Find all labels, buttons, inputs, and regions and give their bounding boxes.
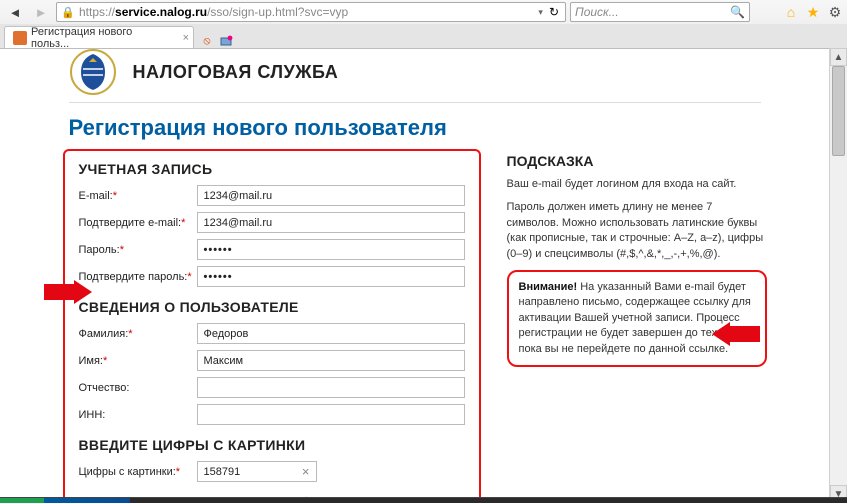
field-midname: Отчество: bbox=[79, 377, 465, 398]
section-account-title: УЧЕТНАЯ ЗАПИСЬ bbox=[79, 161, 465, 177]
captcha-label: Цифры с картинки:* bbox=[79, 466, 197, 478]
chevron-down-icon[interactable]: ▾ bbox=[538, 7, 543, 18]
divider bbox=[69, 102, 761, 103]
firstname-label: Имя:* bbox=[79, 355, 197, 367]
field-email-confirm: Подтвердите e-mail:* 1234@mail.ru bbox=[79, 212, 465, 233]
lastname-label: Фамилия:* bbox=[79, 328, 197, 340]
inn-label: ИНН: bbox=[79, 409, 197, 421]
email-confirm-label: Подтвердите e-mail:* bbox=[79, 217, 197, 229]
field-lastname: Фамилия:* Федоров bbox=[79, 323, 465, 344]
password-input[interactable]: •••••• bbox=[197, 239, 465, 260]
browser-chrome: ◄ ► 🔒 https://service.nalog.ru/sso/sign-… bbox=[0, 0, 847, 49]
captcha-input[interactable]: 158791 × bbox=[197, 461, 317, 482]
refresh-icon[interactable]: ↻ bbox=[547, 5, 561, 19]
field-email: E-mail:* 1234@mail.ru bbox=[79, 185, 465, 206]
annotation-arrow-left bbox=[44, 280, 92, 304]
gear-icon[interactable]: ⚙ bbox=[827, 4, 843, 20]
email-confirm-input[interactable]: 1234@mail.ru bbox=[197, 212, 465, 233]
nav-forward-button[interactable]: ► bbox=[30, 2, 52, 22]
password-confirm-input[interactable]: •••••• bbox=[197, 266, 465, 287]
password-label: Пароль:* bbox=[79, 244, 197, 256]
page-viewport: НАЛОГОВАЯ СЛУЖБА Регистрация нового поль… bbox=[0, 48, 829, 503]
field-captcha: Цифры с картинки:* 158791 × bbox=[79, 461, 465, 482]
site-title: НАЛОГОВАЯ СЛУЖБА bbox=[133, 62, 339, 83]
hint-title: ПОДСКАЗКА bbox=[507, 153, 767, 169]
hint-warning-label: Внимание! bbox=[519, 281, 578, 293]
email-input[interactable]: 1234@mail.ru bbox=[197, 185, 465, 206]
field-inn: ИНН: bbox=[79, 404, 465, 425]
midname-label: Отчество: bbox=[79, 382, 197, 394]
tab-title: Регистрация нового польз... bbox=[31, 26, 173, 50]
section-captcha-title: ВВЕДИТЕ ЦИФРЫ С КАРТИНКИ bbox=[79, 437, 465, 453]
scroll-up-button[interactable]: ▲ bbox=[830, 48, 847, 66]
close-icon[interactable]: × bbox=[183, 32, 189, 44]
browser-tab[interactable]: Регистрация нового польз... × bbox=[4, 26, 194, 48]
inn-input[interactable] bbox=[197, 404, 465, 425]
taskbar[interactable] bbox=[0, 497, 847, 503]
stop-icon[interactable]: ⦸ bbox=[200, 34, 214, 48]
field-firstname: Имя:* Максим bbox=[79, 350, 465, 371]
email-label: E-mail:* bbox=[79, 190, 197, 202]
favicon bbox=[13, 31, 27, 45]
hint-p2: Пароль должен иметь длину не менее 7 сим… bbox=[507, 200, 767, 262]
hint-p1: Ваш e-mail будет логином для входа на са… bbox=[507, 177, 767, 192]
home-icon[interactable]: ⌂ bbox=[783, 4, 799, 20]
lock-icon: 🔒 bbox=[61, 5, 75, 19]
site-header: НАЛОГОВАЯ СЛУЖБА bbox=[55, 48, 775, 102]
tab-strip: Регистрация нового польз... × ⦸ bbox=[0, 24, 847, 48]
nav-back-button[interactable]: ◄ bbox=[4, 2, 26, 22]
lastname-input[interactable]: Федоров bbox=[197, 323, 465, 344]
annotation-arrow-right bbox=[712, 322, 760, 346]
firstname-input[interactable]: Максим bbox=[197, 350, 465, 371]
password-confirm-label: Подтвердите пароль:* bbox=[79, 271, 197, 283]
field-password: Пароль:* •••••• bbox=[79, 239, 465, 260]
search-icon: 🔍 bbox=[730, 5, 745, 19]
site-emblem-icon bbox=[69, 48, 117, 96]
page-title: Регистрация нового пользователя bbox=[55, 109, 775, 149]
address-bar[interactable]: 🔒 https://service.nalog.ru/sso/sign-up.h… bbox=[56, 2, 566, 22]
scroll-track[interactable] bbox=[830, 66, 847, 485]
registration-form: УЧЕТНАЯ ЗАПИСЬ E-mail:* 1234@mail.ru Под… bbox=[63, 149, 481, 503]
scroll-thumb[interactable] bbox=[832, 66, 845, 156]
search-placeholder: Поиск... bbox=[575, 5, 619, 19]
midname-input[interactable] bbox=[197, 377, 465, 398]
field-password-confirm: Подтвердите пароль:* •••••• bbox=[79, 266, 465, 287]
favorites-icon[interactable]: ★ bbox=[805, 4, 821, 20]
section-user-title: СВЕДЕНИЯ О ПОЛЬЗОВАТЕЛЕ bbox=[79, 299, 465, 315]
hint-warning-box: Внимание! На указанный Вами e-mail будет… bbox=[507, 270, 767, 367]
clear-icon[interactable]: × bbox=[302, 464, 310, 479]
browser-search[interactable]: Поиск... 🔍 bbox=[570, 2, 750, 22]
url-text: https://service.nalog.ru/sso/sign-up.htm… bbox=[79, 5, 348, 19]
tab-addon-icon[interactable] bbox=[218, 34, 234, 48]
vertical-scrollbar[interactable]: ▲ ▼ bbox=[829, 48, 847, 503]
